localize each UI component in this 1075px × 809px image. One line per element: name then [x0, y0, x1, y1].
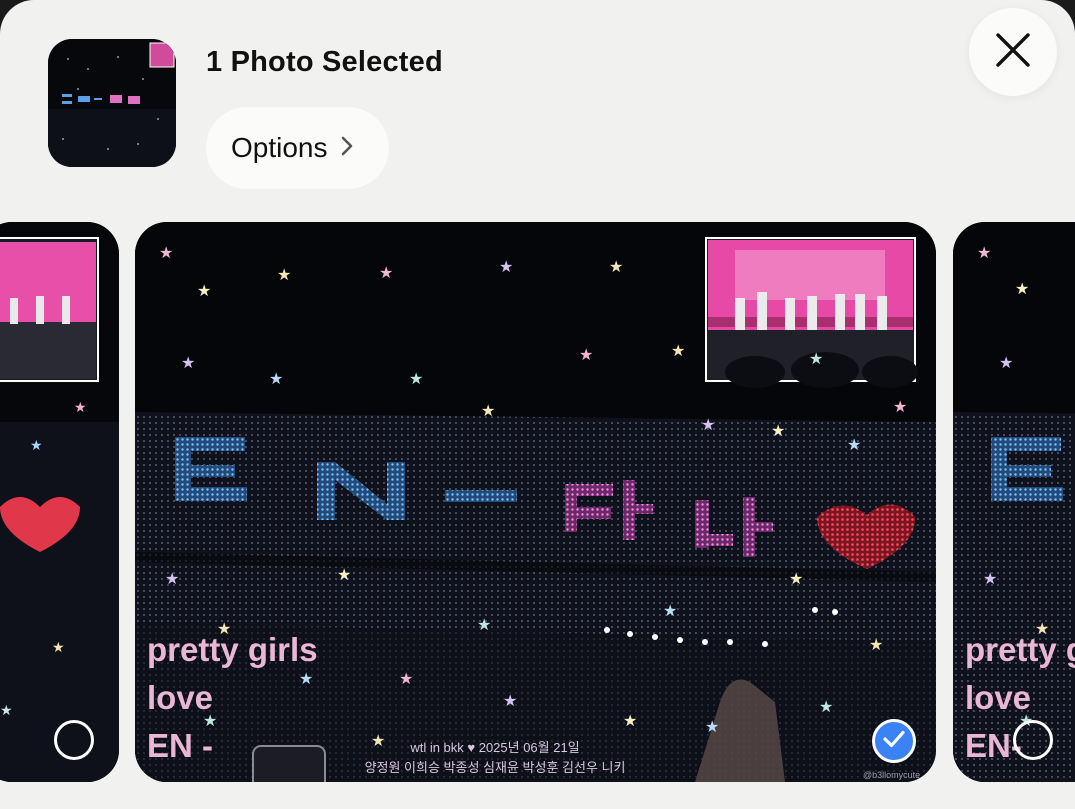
svg-text:★: ★ — [503, 691, 517, 710]
overlay-line: pretty girls — [147, 631, 318, 668]
svg-text:★: ★ — [789, 569, 803, 588]
svg-text:★: ★ — [197, 281, 211, 300]
svg-text:★: ★ — [181, 353, 195, 372]
svg-text:★: ★ — [809, 349, 823, 368]
svg-text:★: ★ — [165, 569, 179, 588]
close-button[interactable] — [969, 8, 1057, 96]
svg-text:★: ★ — [819, 697, 833, 716]
photo-card-current[interactable]: ★ ★ ★ ★ ★ ★ ★ ★ ★ ★ ★ ★ ★ ★ ★ ★ ★ ★ ★ ★ — [135, 222, 936, 782]
svg-text:★: ★ — [379, 263, 393, 282]
svg-text:★: ★ — [609, 257, 623, 276]
svg-text:★: ★ — [481, 401, 495, 420]
svg-text:★: ★ — [477, 615, 491, 634]
svg-text:★: ★ — [409, 369, 423, 388]
svg-text:★: ★ — [869, 635, 883, 654]
svg-text:★: ★ — [701, 415, 715, 434]
svg-text:★: ★ — [705, 717, 719, 736]
svg-text:★: ★ — [999, 353, 1013, 372]
caption-line: wtl in bkk ♥ 2025년 06월 21일 — [410, 740, 580, 755]
overlay-line: love — [147, 679, 214, 716]
photo-overlay-text: pretty girls love EN - — [147, 626, 318, 770]
svg-text:★: ★ — [74, 399, 87, 415]
checkmark-icon — [882, 729, 906, 754]
share-sheet: 1 Photo Selected Options ★ ★ ★ ★ ★ ★ ★ ★… — [0, 0, 1075, 809]
options-button[interactable]: Options — [206, 107, 389, 189]
svg-text:★: ★ — [893, 397, 907, 416]
svg-text:★: ★ — [30, 437, 43, 453]
photo-select-circle-previous[interactable] — [54, 720, 94, 760]
photo-credit: @b3llomycute — [863, 770, 921, 780]
svg-text:★: ★ — [269, 369, 283, 388]
svg-text:★: ★ — [52, 639, 65, 655]
chevron-right-icon — [340, 135, 354, 162]
svg-text:★: ★ — [399, 669, 413, 688]
svg-text:★: ★ — [579, 345, 593, 364]
photo-card-next[interactable]: ★ ★ ★ ★ ★ ★ pretty g love EN- — [953, 222, 1075, 782]
svg-text:★: ★ — [977, 243, 991, 262]
photo-caption: wtl in bkk ♥ 2025년 06월 21일 양정원 이희승 박종성 심… — [335, 738, 655, 778]
svg-text:★: ★ — [663, 601, 677, 620]
overlay-line: love — [965, 679, 1032, 716]
svg-text:★: ★ — [159, 243, 173, 262]
overlay-line: pretty g — [965, 631, 1075, 668]
svg-text:★: ★ — [1015, 279, 1029, 298]
options-label: Options — [231, 132, 328, 163]
photo-card-previous[interactable]: ★ ★ ★ ★ — [0, 222, 119, 782]
selection-title: 1 Photo Selected — [206, 46, 443, 78]
photo-selected-check[interactable] — [872, 719, 916, 763]
caption-line: 양정원 이희승 박종성 심재윤 박성훈 김선우 니키 — [364, 760, 626, 775]
svg-text:★: ★ — [671, 341, 685, 360]
svg-text:★: ★ — [623, 711, 637, 730]
svg-text:★: ★ — [499, 257, 513, 276]
svg-text:★: ★ — [771, 421, 785, 440]
close-icon — [994, 31, 1032, 74]
svg-text:★: ★ — [337, 565, 351, 584]
selected-photo-thumbnail — [48, 39, 176, 167]
svg-text:★: ★ — [0, 702, 13, 718]
svg-text:★: ★ — [983, 569, 997, 588]
photo-previous-image: ★ ★ ★ ★ — [0, 222, 119, 782]
photo-select-circle-next[interactable] — [1013, 720, 1053, 760]
svg-text:★: ★ — [847, 435, 861, 454]
svg-text:★: ★ — [277, 265, 291, 284]
overlay-line: EN - — [147, 727, 213, 764]
